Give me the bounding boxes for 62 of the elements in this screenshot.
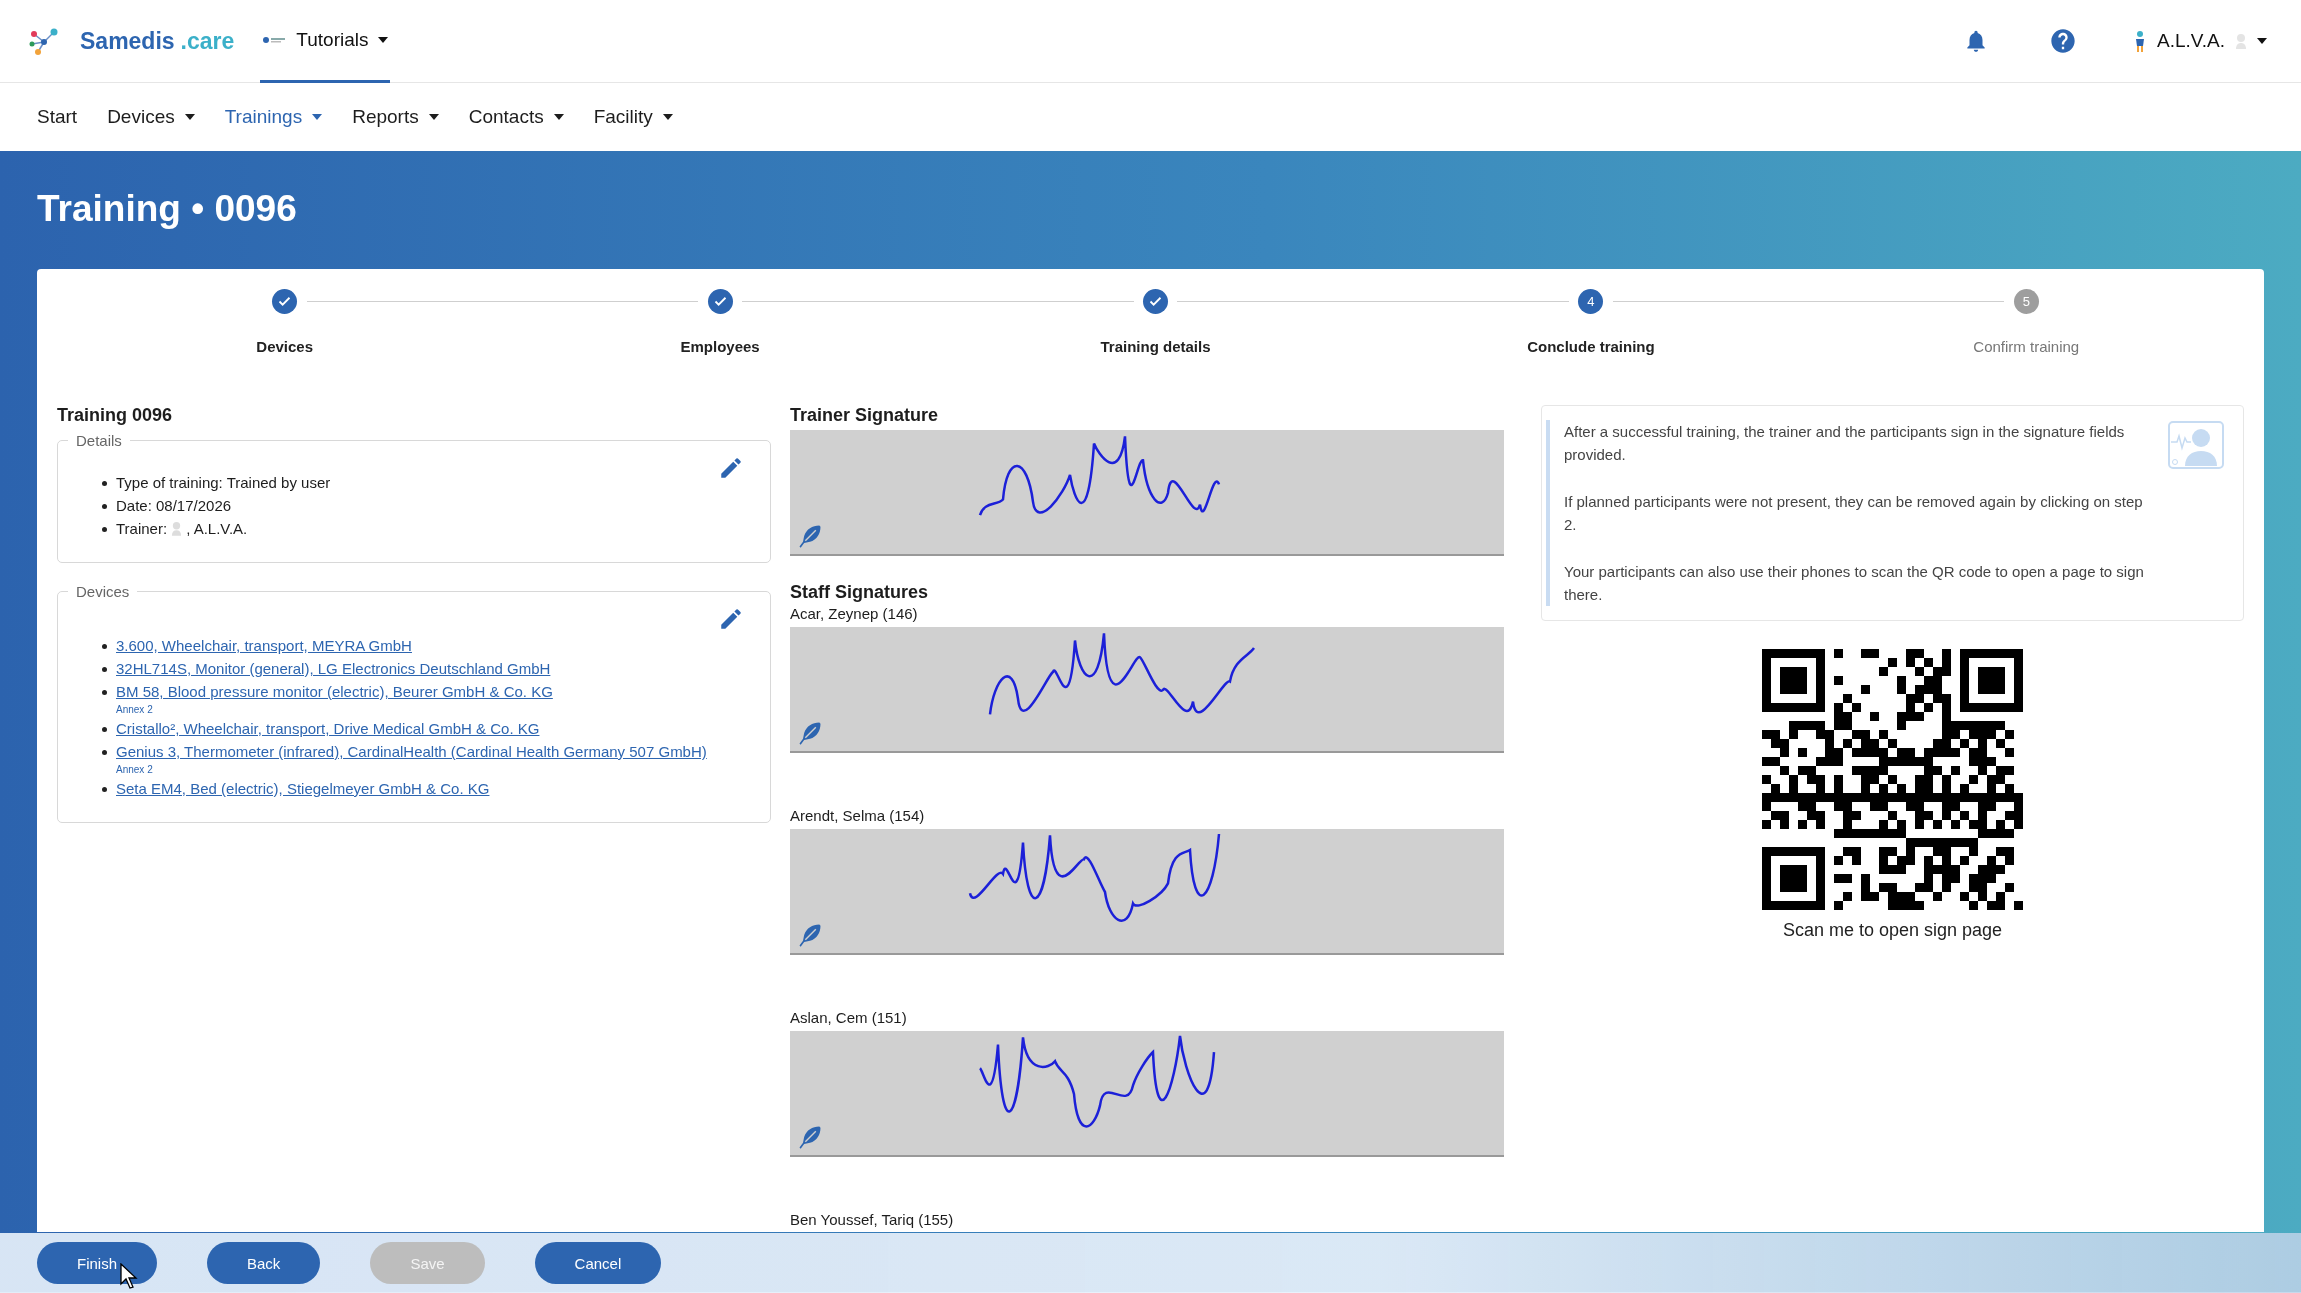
action-button[interactable]: Cancel bbox=[534, 1242, 662, 1284]
caret-icon bbox=[2257, 38, 2267, 44]
device-link[interactable]: Seta EM4, Bed (electric), Stiegelmeyer GmbH & Co. KG bbox=[102, 777, 490, 800]
user-menu[interactable]: A.L.V.A. bbox=[2127, 29, 2273, 53]
signature-field[interactable] bbox=[790, 627, 1504, 753]
nav-menu-item[interactable]: Contacts bbox=[468, 106, 564, 128]
device-link[interactable]: 32HL714S, Monitor (general), LG Electronics Deutschland GmbH bbox=[102, 657, 551, 680]
action-button[interactable]: Finish bbox=[37, 1242, 157, 1284]
step-check-icon[interactable] bbox=[272, 289, 298, 314]
signature-field[interactable] bbox=[790, 1031, 1504, 1157]
tenant-logo-icon bbox=[262, 34, 287, 45]
step-check-icon[interactable] bbox=[1143, 289, 1168, 314]
nav-menu-item[interactable]: Devices bbox=[107, 106, 195, 128]
logo-text[interactable]: Samedis .care bbox=[80, 27, 235, 55]
help-icon[interactable] bbox=[2049, 27, 2078, 55]
step-number[interactable]: 4 bbox=[1578, 289, 1604, 314]
info-text: Your participants can also use their phones to scan the QR code to open a page to sign there. bbox=[1564, 562, 2145, 605]
logo-icon bbox=[28, 26, 60, 56]
trainer-name: , A.L.V.A. bbox=[186, 520, 248, 537]
nav-menu-item[interactable]: Facility bbox=[593, 106, 673, 128]
participant-name: Arendt, Selma (154) bbox=[790, 807, 926, 824]
info-text: If planned participants were not present, they can be removed again by clicking on step 2. bbox=[1564, 492, 2144, 535]
detail-item: Type of training: Trained by user bbox=[102, 471, 331, 494]
participant-name: Ben Youssef, Tariq (155) bbox=[790, 1211, 955, 1228]
qr-caption: Scan me to open sign page bbox=[1781, 920, 2004, 941]
action-button[interactable]: Back bbox=[207, 1242, 321, 1284]
step-label[interactable]: Devices bbox=[256, 338, 314, 355]
avatar-icon bbox=[171, 521, 183, 536]
section-title: Trainer Signature bbox=[790, 405, 940, 426]
cursor-icon bbox=[120, 1263, 138, 1289]
nav-menu-item[interactable]: Start bbox=[37, 106, 78, 128]
caret-icon bbox=[378, 36, 389, 43]
device-link[interactable]: BM 58, Blood pressure monitor (electric), Beurer GmbH & Co. KG bbox=[102, 680, 553, 703]
panel-legend: Details bbox=[68, 432, 130, 449]
step-label[interactable]: Training details bbox=[1100, 338, 1211, 355]
step-label[interactable]: Employees bbox=[680, 338, 760, 355]
detail-item: Date: 08/17/2026 bbox=[102, 494, 232, 517]
page-title: Training • 0096 bbox=[37, 187, 298, 231]
edit-icon[interactable] bbox=[718, 455, 744, 481]
panel-legend: Devices bbox=[68, 583, 138, 600]
info-text: After a successful training, the trainer and the participants sign in the signature fields provided. bbox=[1564, 422, 2126, 465]
participant-name: Acar, Zeynep (146) bbox=[790, 605, 919, 622]
avatar-icon bbox=[2235, 33, 2247, 49]
training-title: Training 0096 bbox=[57, 405, 174, 426]
step-label[interactable]: Conclude training bbox=[1527, 338, 1655, 355]
annex-note: Annex 2 bbox=[116, 763, 153, 777]
step-check-icon[interactable] bbox=[707, 289, 733, 314]
tenant-selector[interactable]: Tutorials bbox=[260, 0, 391, 83]
monitor-icon bbox=[2167, 420, 2225, 470]
device-link[interactable]: Cristallo², Wheelchair, transport, Drive Medical GmbH & Co. KG bbox=[102, 717, 540, 740]
device-link[interactable]: 3.600, Wheelchair, transport, MEYRA GmbH bbox=[102, 634, 412, 657]
annex-note: Annex 2 bbox=[116, 703, 153, 717]
step-label[interactable]: Confirm training bbox=[1973, 338, 2080, 355]
participant-name: Aslan, Cem (151) bbox=[790, 1009, 908, 1026]
signature-field[interactable] bbox=[790, 430, 1504, 556]
nav-menu-item[interactable]: Reports bbox=[352, 106, 439, 128]
section-title: Staff Signatures bbox=[790, 582, 930, 603]
signature-field[interactable] bbox=[790, 829, 1504, 955]
nav-menu-item[interactable]: Trainings bbox=[224, 106, 323, 128]
device-link[interactable]: Genius 3, Thermometer (infrared), CardinalHealth (Cardinal Health Germany 507 GmbH) bbox=[102, 740, 707, 763]
detail-label: Trainer: bbox=[116, 520, 168, 537]
edit-icon[interactable] bbox=[718, 606, 744, 632]
